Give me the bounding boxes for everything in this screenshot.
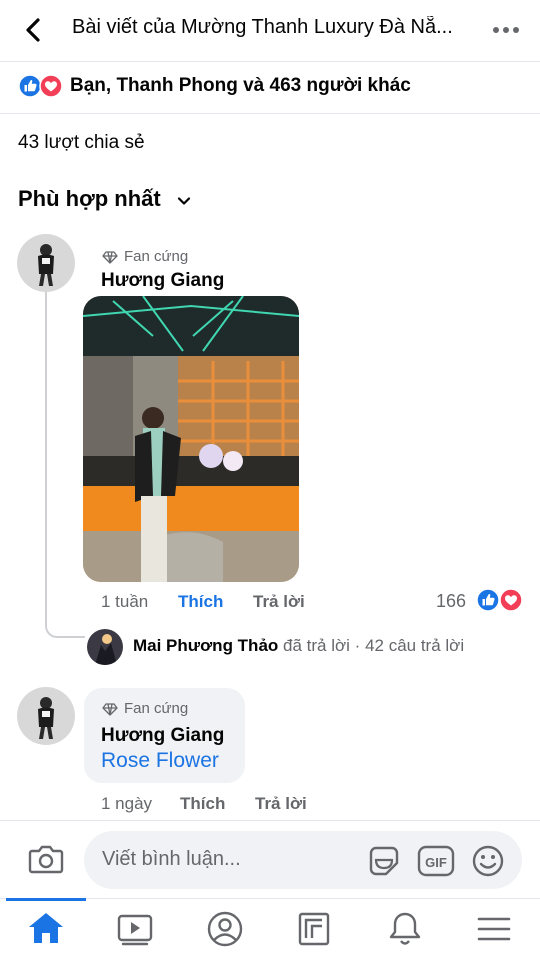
like-button[interactable]: Thích	[178, 592, 223, 612]
avatar[interactable]	[17, 234, 75, 292]
comment-reaction-count[interactable]: 166	[436, 591, 466, 612]
diamond-icon	[102, 249, 118, 265]
reply-button[interactable]: Trả lời	[255, 794, 307, 814]
bottom-tab-bar	[0, 898, 540, 961]
reply-author: Mai Phương Thảo	[133, 636, 279, 655]
video-icon[interactable]	[113, 909, 157, 949]
reply-button[interactable]: Trả lời	[253, 592, 305, 612]
reactions-summary-text: Bạn, Thanh Phong và 463 người khác	[70, 75, 411, 96]
sort-label: Phù hợp nhất	[18, 186, 161, 211]
post-title: Bài viết của Mường Thanh Luxury Đà Nẵ...	[72, 16, 453, 38]
comment-author[interactable]: Hương Giang	[101, 270, 224, 292]
back-arrow-icon[interactable]	[18, 14, 50, 46]
active-tab-indicator	[6, 898, 86, 901]
like-icon	[18, 74, 42, 98]
comment-composer: Viết bình luận... GIF	[0, 820, 540, 898]
like-icon	[476, 588, 500, 612]
comment-input[interactable]: Viết bình luận... GIF	[84, 831, 522, 889]
comment-sort-dropdown[interactable]: Phù hợp nhất	[18, 186, 191, 216]
love-icon	[499, 588, 523, 612]
more-horizontal-icon[interactable]	[486, 14, 526, 46]
home-icon[interactable]	[24, 909, 68, 949]
sticker-icon[interactable]	[366, 843, 402, 879]
notifications-icon[interactable]	[383, 909, 427, 949]
diamond-icon	[102, 701, 118, 717]
chevron-down-icon	[176, 193, 192, 209]
reactions-summary[interactable]: Bạn, Thanh Phong và 463 người khác	[0, 62, 540, 114]
fan-badge: Fan cứng	[124, 700, 189, 717]
comment-time[interactable]: 1 ngày	[101, 794, 152, 814]
like-button[interactable]: Thích	[180, 794, 225, 814]
comment-input-placeholder: Viết bình luận...	[102, 848, 241, 870]
top-bar: Bài viết của Mường Thanh Luxury Đà Nẵ...	[0, 0, 540, 62]
comment-reaction-icons[interactable]	[476, 588, 524, 612]
love-icon	[39, 74, 63, 98]
gif-icon[interactable]: GIF	[417, 843, 455, 879]
reply-thread-line	[45, 292, 85, 638]
pages-icon[interactable]	[292, 909, 336, 949]
camera-icon[interactable]	[26, 839, 66, 879]
reaction-icons	[18, 74, 64, 98]
reply-action: đã trả lời	[283, 636, 350, 655]
fan-badge: Fan cứng	[124, 248, 189, 265]
reply-separator: ·	[354, 636, 361, 655]
avatar[interactable]	[17, 687, 75, 745]
comment-author[interactable]: Hương Giang	[101, 725, 224, 747]
avatar[interactable]	[87, 629, 123, 665]
reply-count: 42 câu trả lời	[365, 636, 465, 655]
comment-time[interactable]: 1 tuần	[101, 592, 148, 612]
menu-icon[interactable]	[472, 909, 516, 949]
view-replies-link[interactable]: Mai Phương Thảo đã trả lời · 42 câu trả …	[133, 636, 464, 656]
comment-photo[interactable]	[83, 296, 299, 582]
shares-count[interactable]: 43 lượt chia sẻ	[18, 132, 145, 154]
profile-icon[interactable]	[203, 909, 247, 949]
tagged-name-link[interactable]: Rose Flower	[101, 749, 219, 773]
emoji-icon[interactable]	[470, 843, 506, 879]
svg-text:GIF: GIF	[425, 855, 447, 870]
